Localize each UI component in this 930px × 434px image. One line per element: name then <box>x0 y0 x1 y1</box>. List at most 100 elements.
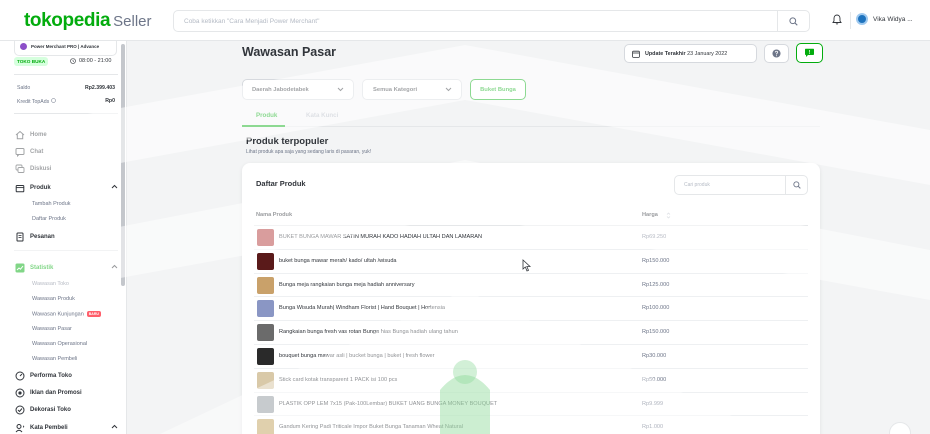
sidebar-item-ads-promotion[interactable]: Iklan dan Promosi <box>15 388 118 398</box>
product-name[interactable]: PLASTIK OPP LEM 7x15 (Pak-100Lembar) BUK… <box>279 401 497 407</box>
product-table: Nama Produk Harga BUKET BUNGA MAWAR SATI… <box>254 206 808 434</box>
sidebar-item-store-decoration[interactable]: Dekorasi Toko <box>15 405 118 415</box>
sidebar-divider <box>14 250 118 251</box>
floating-help-button[interactable] <box>889 422 911 434</box>
product-name[interactable]: buket bunga mawar merah/ kado/ ultah /wi… <box>279 258 397 264</box>
sidebar-item-store-performance[interactable]: Performa Toko <box>15 371 118 381</box>
product-thumbnail[interactable] <box>257 371 274 389</box>
category-filter-select[interactable]: Semua Kategori <box>362 79 462 100</box>
sidebar-subitem-buyer-insight[interactable]: Wawasan Pembeli <box>32 356 77 362</box>
tokopedia-seller-logo[interactable]: tokopedia Seller <box>24 10 152 32</box>
product-thumbnail[interactable] <box>257 252 274 270</box>
global-search-input[interactable] <box>174 11 774 31</box>
chevron-down-icon <box>445 87 452 92</box>
power-merchant-badge[interactable]: Power Merchant PRO | Advance <box>14 41 117 56</box>
last-update-text: Update Terakhir 23 January 2022 <box>645 50 728 57</box>
sidebar-item-label: Diskusi <box>30 166 52 172</box>
sidebar-subitem-store-insight[interactable]: Wawasan Toko <box>32 281 69 287</box>
table-row[interactable]: BUKET BUNGA MAWAR SATIN MURAH KADO HADIA… <box>254 226 808 250</box>
product-thumbnail[interactable] <box>257 324 274 342</box>
statistics-icon <box>15 263 25 273</box>
sidebar: Power Merchant PRO | Advance TOKO BUKA 0… <box>0 41 127 434</box>
user-menu[interactable]: Vika Widya ... <box>856 13 913 25</box>
product-thumbnail[interactable] <box>257 276 274 294</box>
product-price: Rp150.000 <box>642 329 670 336</box>
keyword-filter-button[interactable]: Buket Bunga <box>470 79 526 100</box>
store-status-badge[interactable]: TOKO BUKA <box>14 57 49 66</box>
table-row[interactable]: Rangkaian bunga fresh vas rotan Bunga hi… <box>254 321 808 345</box>
sidebar-item-home[interactable]: Home <box>15 130 118 140</box>
sidebar-subitem-product-list[interactable]: Daftar Produk <box>32 216 66 222</box>
product-price: Rp50.000 <box>642 376 667 383</box>
tab-keywords[interactable]: Kata Kunci <box>306 112 338 119</box>
sidebar-scrollbar[interactable] <box>121 44 125 286</box>
product-thumbnail[interactable] <box>257 419 274 434</box>
sidebar-item-discussion[interactable]: Diskusi <box>15 164 118 174</box>
product-search-button[interactable] <box>785 176 807 194</box>
topads-row[interactable]: Kredit TopAds Rp0 <box>17 98 115 105</box>
sidebar-subitem-market-insight[interactable]: Wawasan Pasar <box>32 326 72 332</box>
product-search-input[interactable] <box>675 176 780 194</box>
section-subtitle: Lihat produk apa saja yang sedang laris … <box>246 149 372 155</box>
chevron-up-icon[interactable] <box>111 264 118 269</box>
bell-icon[interactable] <box>832 14 842 25</box>
sidebar-item-chat[interactable]: Chat <box>15 147 118 157</box>
region-filter-value: Daerah Jabodetabek <box>252 86 309 93</box>
performance-icon <box>15 371 25 381</box>
balance-label: Saldo <box>17 85 31 91</box>
sidebar-subitem-visit-insight[interactable]: Wawasan Kunjungan BARU <box>32 311 101 317</box>
product-price: Rp69.250 <box>642 234 667 240</box>
topads-value: Rp0 <box>105 98 115 104</box>
sidebar-item-products[interactable]: Produk <box>15 183 118 193</box>
mouse-cursor-icon <box>522 259 532 272</box>
product-thumbnail[interactable] <box>257 229 274 246</box>
product-thumbnail[interactable] <box>257 347 274 365</box>
sidebar-item-label: Statistik <box>30 265 54 271</box>
table-row[interactable]: Bunga meja rangkaian bunga meja hadiah a… <box>254 274 808 298</box>
sort-icon[interactable] <box>666 212 671 219</box>
column-header-price[interactable]: Harga <box>642 212 658 218</box>
last-update-info: Update Terakhir 23 January 2022 <box>624 44 757 63</box>
product-box-icon <box>15 183 25 193</box>
sidebar-item-statistics[interactable]: Statistik <box>15 263 118 273</box>
product-name[interactable]: Bunga meja rangkaian bunga meja hadiah a… <box>279 282 415 288</box>
table-row[interactable]: bouquet bunga mawar asli | bucket bunga … <box>254 345 808 369</box>
chevron-up-icon[interactable] <box>111 184 118 189</box>
product-price: Rp1.000 <box>642 424 664 431</box>
product-name[interactable]: BUKET BUNGA MAWAR SATIN MURAH KADO HADIA… <box>279 234 482 240</box>
global-search-button[interactable] <box>777 11 809 31</box>
table-row[interactable]: Bunga Wisuda Murah| Windham Florist | Ha… <box>254 297 808 322</box>
tab-products[interactable]: Produk <box>256 112 277 119</box>
product-list-card: Daftar Produk Nama Produk Harga BUKET BU… <box>242 163 820 434</box>
table-row[interactable]: Gandum Kering Padi Triticale Impor Buket… <box>254 416 808 434</box>
question-icon <box>772 49 781 58</box>
feedback-chat-button[interactable]: ! <box>796 43 823 63</box>
chevron-up-icon[interactable] <box>111 424 118 429</box>
product-name[interactable]: Gandum Kering Padi Triticale Impor Buket… <box>279 424 463 430</box>
product-name[interactable]: Stick card kotak transparent 1 PACK isi … <box>279 377 397 383</box>
product-thumbnail[interactable] <box>257 395 274 413</box>
table-row[interactable]: Stick card kotak transparent 1 PACK isi … <box>254 369 808 393</box>
table-header: Nama Produk Harga <box>254 206 808 226</box>
store-hours: 08:00 - 21:00 <box>70 58 111 64</box>
order-icon <box>15 232 25 242</box>
sidebar-subitem-product-insight[interactable]: Wawasan Produk <box>32 296 75 302</box>
global-search <box>173 10 810 32</box>
balance-row[interactable]: Saldo Rp2.399.403 <box>17 85 115 91</box>
product-name[interactable]: bouquet bunga mawar asli | bucket bunga … <box>279 353 434 359</box>
table-row[interactable]: PLASTIK OPP LEM 7x15 (Pak-100Lembar) BUK… <box>254 393 808 417</box>
product-thumbnail[interactable] <box>257 300 274 318</box>
search-icon <box>792 181 801 189</box>
card-title: Daftar Produk <box>256 179 306 188</box>
help-button[interactable] <box>764 44 789 63</box>
region-filter-select[interactable]: Daerah Jabodetabek <box>242 79 354 100</box>
sidebar-item-label: Kata Pembeli <box>30 425 68 431</box>
page-title: Wawasan Pasar <box>242 45 337 59</box>
product-name[interactable]: Bunga Wisuda Murah| Windham Florist | Ha… <box>279 305 445 311</box>
header-divider <box>850 12 851 29</box>
sidebar-subitem-add-product[interactable]: Tambah Produk <box>32 201 71 207</box>
sidebar-subitem-operational-insight[interactable]: Wawasan Operasional <box>32 341 87 347</box>
product-name[interactable]: Rangkaian bunga fresh vas rotan Bunga hi… <box>279 329 458 335</box>
sidebar-item-buyer-reviews[interactable]: Kata Pembeli <box>15 423 118 433</box>
sidebar-item-orders[interactable]: Pesanan <box>15 232 118 242</box>
